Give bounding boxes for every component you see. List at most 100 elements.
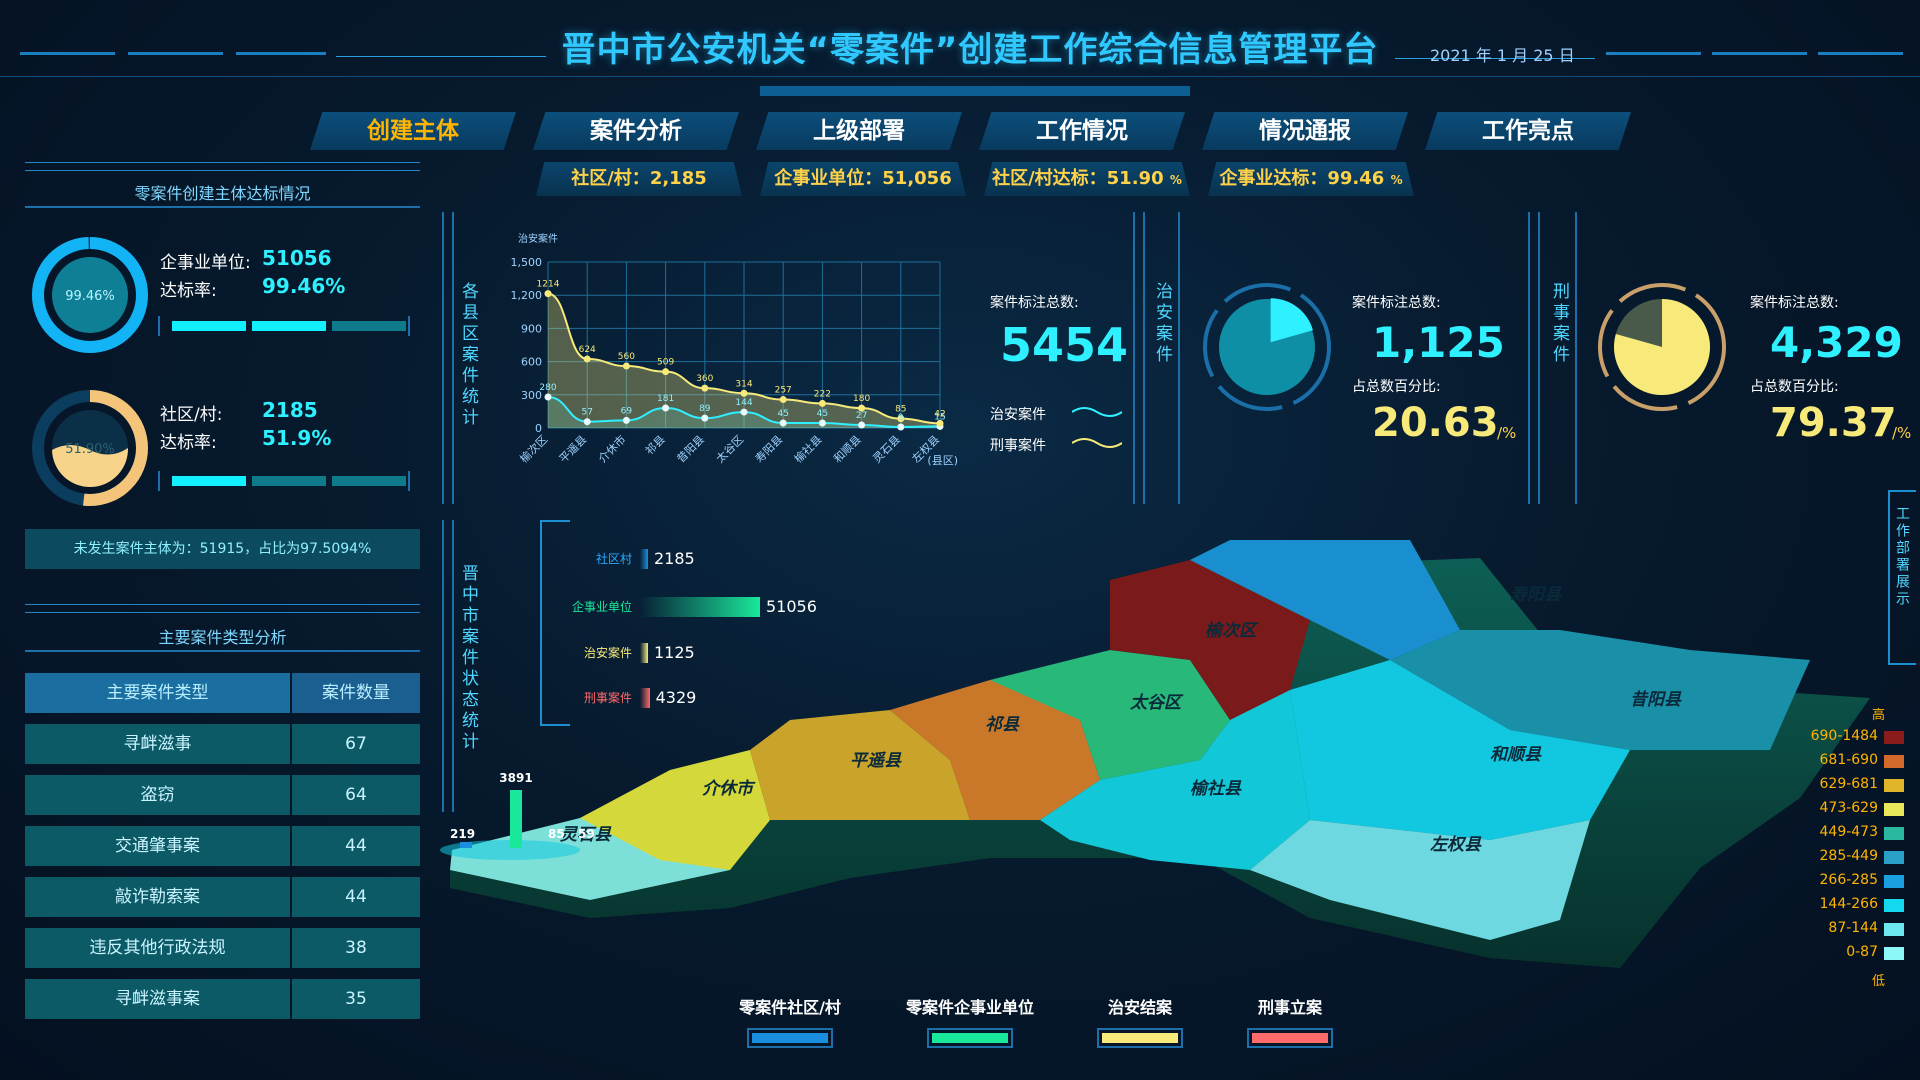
community-label: 社区/村: bbox=[160, 405, 223, 425]
table-row-type[interactable]: 寻衅滋事案 bbox=[25, 979, 290, 1019]
enterprise-gauge: 99.46% bbox=[32, 237, 148, 353]
map-label-qixian: 祁县 bbox=[985, 715, 1020, 735]
map-legend-item: 266-285 bbox=[1762, 872, 1912, 892]
bottom-legend-label: 零案件社区/村 bbox=[739, 998, 841, 1017]
bottom-legend-enterprise[interactable]: 零案件企事业单位 bbox=[870, 994, 1070, 1048]
map-label-yuci: 榆次区 bbox=[1205, 621, 1259, 641]
map-side-tab[interactable]: 工作部署展示 bbox=[1888, 490, 1916, 665]
map-label-yushe: 榆社县 bbox=[1190, 779, 1242, 799]
data-point bbox=[622, 362, 630, 370]
table-row-type[interactable]: 敲诈勒索案 bbox=[25, 877, 290, 917]
legend-security-swatch bbox=[1072, 407, 1122, 417]
map-legend-item: 690-1484 bbox=[1762, 728, 1912, 748]
tab-work-status[interactable]: 工作情况 bbox=[979, 112, 1185, 150]
data-label: 45 bbox=[817, 409, 828, 419]
gauge-text: 99.46% bbox=[65, 289, 115, 304]
chip-unit: % bbox=[1169, 173, 1182, 187]
map-legend-range: 285-449 bbox=[1819, 848, 1879, 864]
map-legend-item: 449-473 bbox=[1762, 824, 1912, 844]
map-legend-item: 87-144 bbox=[1762, 920, 1912, 940]
map-legend-swatch bbox=[1884, 875, 1904, 888]
panel-deco-line bbox=[25, 162, 420, 163]
county-chart-side-label: 各县区案件统计 bbox=[458, 282, 478, 429]
map-label-jiexiu: 介休市 bbox=[702, 779, 756, 799]
data-label: 360 bbox=[696, 374, 713, 384]
x-tick-labels: 榆次区 平遥县 介休市 祁县 昔阳县 太谷区 寿阳县 榆社县 和顺县 灵石县 左权县 bbox=[517, 432, 942, 465]
table-row-type[interactable]: 交通肇事案 bbox=[25, 826, 290, 866]
no-case-note: 未发生案件主体为：51915，占比为97.5094% bbox=[25, 529, 420, 569]
data-label: 57 bbox=[581, 408, 592, 418]
page-title: 晋中市公安机关“零案件”创建工作综合信息管理平台 bbox=[561, 30, 1379, 70]
progress-segment bbox=[172, 321, 246, 331]
data-label: 280 bbox=[539, 383, 556, 393]
tab-create-subject[interactable]: 创建主体 bbox=[310, 112, 516, 150]
panel-deco-line bbox=[25, 206, 420, 208]
bottom-legend-swatch-frame bbox=[1247, 1028, 1333, 1048]
bottom-legend-swatch bbox=[752, 1033, 828, 1043]
x-tick-label: 榆社县 bbox=[791, 432, 824, 465]
data-point bbox=[740, 389, 748, 397]
table-row-type[interactable]: 违反其他行政法规 bbox=[25, 928, 290, 968]
bottom-legend-label: 零案件企事业单位 bbox=[905, 998, 1034, 1017]
table-row-type[interactable]: 盗窃 bbox=[25, 775, 290, 815]
map-legend-swatch bbox=[1884, 947, 1904, 960]
data-label: 314 bbox=[735, 379, 752, 389]
progress-segment bbox=[252, 321, 326, 331]
data-point bbox=[858, 421, 866, 429]
security-total-value: 1,125 bbox=[1372, 318, 1505, 367]
y-tick-label: 1,200 bbox=[511, 289, 543, 302]
x-tick-label: 太谷区 bbox=[714, 433, 747, 466]
data-point bbox=[583, 355, 591, 363]
map-legend-item: 144-266 bbox=[1762, 896, 1912, 916]
data-label: 180 bbox=[853, 394, 870, 404]
data-label: 624 bbox=[579, 345, 596, 355]
tab-situation-report[interactable]: 情况通报 bbox=[1202, 112, 1408, 150]
security-pie bbox=[1203, 283, 1331, 411]
bottom-legend-community[interactable]: 零案件社区/村 bbox=[700, 994, 880, 1048]
map-legend-item: 0-87 bbox=[1762, 944, 1912, 964]
panel-deco-line bbox=[1538, 212, 1540, 504]
x-tick-label: 寿阳县 bbox=[752, 432, 785, 465]
panel-deco-line bbox=[452, 212, 454, 504]
progress-segment bbox=[172, 476, 246, 486]
chip-value: 51.90 bbox=[1106, 168, 1164, 189]
x-axis-label: (县区) bbox=[927, 454, 958, 467]
map-legend-range: 87-144 bbox=[1828, 920, 1878, 936]
chip-label: 社区/村： bbox=[571, 168, 650, 189]
bottom-legend-security[interactable]: 治安结案 bbox=[1060, 994, 1220, 1048]
chip-unit: % bbox=[1390, 173, 1403, 187]
map-label-pingyao: 平遥县 bbox=[850, 751, 902, 771]
tab-superior-deployment[interactable]: 上级部署 bbox=[756, 112, 962, 150]
legend-high: 高 bbox=[1872, 708, 1886, 723]
panel-title-compliance: 零案件创建主体达标情况 bbox=[134, 184, 311, 203]
x-tick-label: 和顺县 bbox=[831, 433, 864, 466]
map-legend-range: 681-690 bbox=[1819, 752, 1879, 768]
panel-deco-line bbox=[25, 650, 420, 652]
x-tick-label: 榆次区 bbox=[517, 432, 550, 465]
tab-case-analysis[interactable]: 案件分析 bbox=[533, 112, 739, 150]
table-header-type: 主要案件类型 bbox=[25, 673, 290, 713]
legend-criminal: 刑事案件 bbox=[990, 438, 1046, 454]
chip-community: 社区/村：2,185 bbox=[536, 162, 742, 196]
security-pct-label: 占总数百分比: bbox=[1352, 379, 1441, 395]
bottom-legend-swatch bbox=[932, 1033, 1008, 1043]
table-row-type[interactable]: 寻衅滋事 bbox=[25, 724, 290, 764]
pin-value: 85 bbox=[548, 827, 565, 841]
community-gauge: 51.90% bbox=[32, 390, 148, 506]
chip-community-rate: 社区/村达标：51.90 % bbox=[984, 162, 1190, 196]
panel-deco-line bbox=[1575, 212, 1577, 504]
security-pct-value: 20.63 bbox=[1372, 400, 1499, 446]
panel-deco-line bbox=[442, 212, 444, 504]
y-tick-label: 1,500 bbox=[511, 256, 543, 269]
bottom-legend-criminal[interactable]: 刑事立案 bbox=[1210, 994, 1370, 1048]
data-point bbox=[622, 416, 630, 424]
map-legend-item: 473-629 bbox=[1762, 800, 1912, 820]
criminal-total-value: 4,329 bbox=[1770, 318, 1903, 367]
x-tick-label: 昔阳县 bbox=[674, 433, 707, 466]
x-tick-label: 介休市 bbox=[595, 432, 628, 465]
map-legend-item: 629-681 bbox=[1762, 776, 1912, 796]
tab-work-highlights[interactable]: 工作亮点 bbox=[1425, 112, 1631, 150]
table-header-count: 案件数量 bbox=[292, 673, 420, 713]
county-zuoquan[interactable] bbox=[1250, 820, 1590, 940]
enterprise-rate-value: 99.46% bbox=[262, 274, 346, 298]
